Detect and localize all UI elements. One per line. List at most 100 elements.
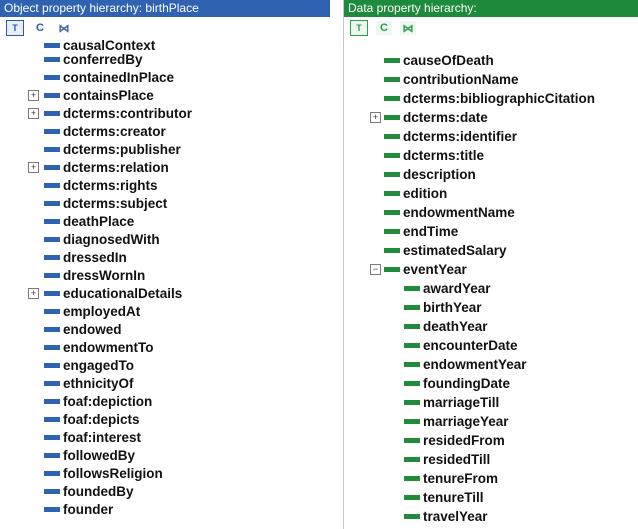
tree-item-label: dressedIn [63,249,127,265]
tree-item[interactable]: endowmentTo [0,338,330,356]
tree-item[interactable]: followedBy [0,446,330,464]
add-subproperty-icon[interactable]: T [350,20,368,36]
data-property-panel: Data property hierarchy: T C ⋈ causeOfDe… [343,0,638,529]
tree-item[interactable]: deathPlace [0,212,330,230]
tree-item[interactable]: dressWornIn [0,266,330,284]
tree-item[interactable]: foundedBy [0,482,330,500]
tree-item-label: contributionName [403,72,519,87]
tree-item[interactable]: contributionName [344,70,638,89]
tree-item[interactable]: causeOfDeath [344,51,638,70]
tree-item[interactable]: marriageYear [344,412,638,431]
property-bar-icon [44,452,60,458]
expand-toggle-icon[interactable]: + [370,112,381,123]
tree-item[interactable]: endTime [344,222,638,241]
add-subproperty-icon[interactable]: T [6,20,24,36]
tree-item[interactable]: dcterms:creator [0,122,330,140]
property-bar-icon [404,495,420,500]
tree-item[interactable]: tenureFrom [344,469,638,488]
tree-item[interactable]: − eventYear [344,260,638,279]
object-property-tree: causalContext conferredBy containedInPlac… [0,40,330,518]
property-bar-icon [44,182,60,188]
tree-item[interactable]: dcterms:title [344,146,638,165]
property-bar-icon [384,229,400,234]
tree-item[interactable]: + dcterms:relation [0,158,330,176]
tree-item-label: endTime [403,224,459,239]
tree-item[interactable]: endowmentYear [344,355,638,374]
tree-item[interactable]: dcterms:subject [0,194,330,212]
tree-item[interactable]: deathYear [344,317,638,336]
tree-item-label: foaf:interest [63,429,142,445]
tree-item[interactable]: description [344,165,638,184]
tree-item[interactable]: + containsPlace [0,86,330,104]
expand-toggle-icon[interactable]: + [28,287,39,299]
tree-item-label: eventYear [403,262,467,277]
tree-item-partial[interactable]: causalContext [0,40,330,50]
property-bar-icon [44,200,60,206]
tree-item[interactable]: awardYear [344,279,638,298]
tree-item-label: tenureTill [423,490,484,505]
delete-property-icon[interactable]: ⋈ [400,21,416,35]
tree-item[interactable]: tenureTill [344,488,638,507]
property-bar-icon [44,398,60,404]
tree-item-label: educationalDetails [63,285,183,301]
property-bar-icon [44,110,60,116]
tree-item[interactable]: edition [344,184,638,203]
property-bar-icon [44,362,60,368]
tree-item[interactable]: endowmentName [344,203,638,222]
tree-item-label: deathPlace [63,213,135,229]
tree-item[interactable]: foaf:interest [0,428,330,446]
property-bar-icon [404,324,420,329]
property-bar-icon [44,326,60,332]
tree-item[interactable]: + dcterms:date [344,108,638,127]
tree-item[interactable]: dcterms:bibliographicCitation [344,89,638,108]
tree-item-label: endowmentName [403,205,515,220]
expand-toggle-icon[interactable]: + [28,89,39,101]
property-bar-icon [404,305,420,310]
data-property-tree: causeOfDeath contributionName dcterms:bibl… [344,51,638,526]
tree-item[interactable]: estimatedSalary [344,241,638,260]
add-sibling-property-icon[interactable]: C [376,21,392,35]
tree-item[interactable]: dcterms:identifier [344,127,638,146]
property-bar-icon [384,77,400,82]
tree-item-label: dcterms:bibliographicCitation [403,91,596,106]
property-bar-icon [44,254,60,260]
expand-toggle-icon[interactable]: + [28,161,39,173]
tree-item[interactable]: + dcterms:contributor [0,104,330,122]
tree-item-label: endowmentTo [63,339,154,355]
tree-item[interactable]: employedAt [0,302,330,320]
add-sibling-property-icon[interactable]: C [32,21,48,35]
tree-item[interactable]: travelYear [344,507,638,526]
tree-item[interactable]: residedFrom [344,431,638,450]
property-bar-icon [404,381,420,386]
tree-item-label: foundedBy [63,483,134,499]
tree-item[interactable]: founder [0,500,330,518]
tree-item[interactable]: foaf:depiction [0,392,330,410]
property-bar-icon [384,58,400,63]
tree-item[interactable]: diagnosedWith [0,230,330,248]
tree-item[interactable]: dcterms:rights [0,176,330,194]
tree-item[interactable]: encounterDate [344,336,638,355]
tree-item-label: employedAt [63,303,141,319]
collapse-toggle-icon[interactable]: − [370,264,381,275]
tree-item-label: diagnosedWith [63,231,160,247]
tree-item[interactable]: dressedIn [0,248,330,266]
tree-item[interactable]: engagedTo [0,356,330,374]
expand-toggle-icon[interactable]: + [28,107,39,119]
tree-item[interactable]: endowed [0,320,330,338]
tree-item[interactable]: followsReligion [0,464,330,482]
delete-property-icon[interactable]: ⋈ [56,21,72,35]
tree-item[interactable]: foaf:depicts [0,410,330,428]
tree-item[interactable]: marriageTill [344,393,638,412]
tree-item[interactable]: foundingDate [344,374,638,393]
tree-item[interactable]: ethnicityOf [0,374,330,392]
property-bar-icon [384,134,400,139]
tree-item[interactable]: conferredBy [0,50,330,68]
tree-item-label: residedTill [423,452,491,467]
tree-item[interactable]: residedTill [344,450,638,469]
property-bar-icon [404,343,420,348]
tree-item[interactable]: containedInPlace [0,68,330,86]
tree-item[interactable]: dcterms:publisher [0,140,330,158]
tree-item[interactable]: + educationalDetails [0,284,330,302]
tree-item-label: causeOfDeath [403,53,494,68]
tree-item[interactable]: birthYear [344,298,638,317]
